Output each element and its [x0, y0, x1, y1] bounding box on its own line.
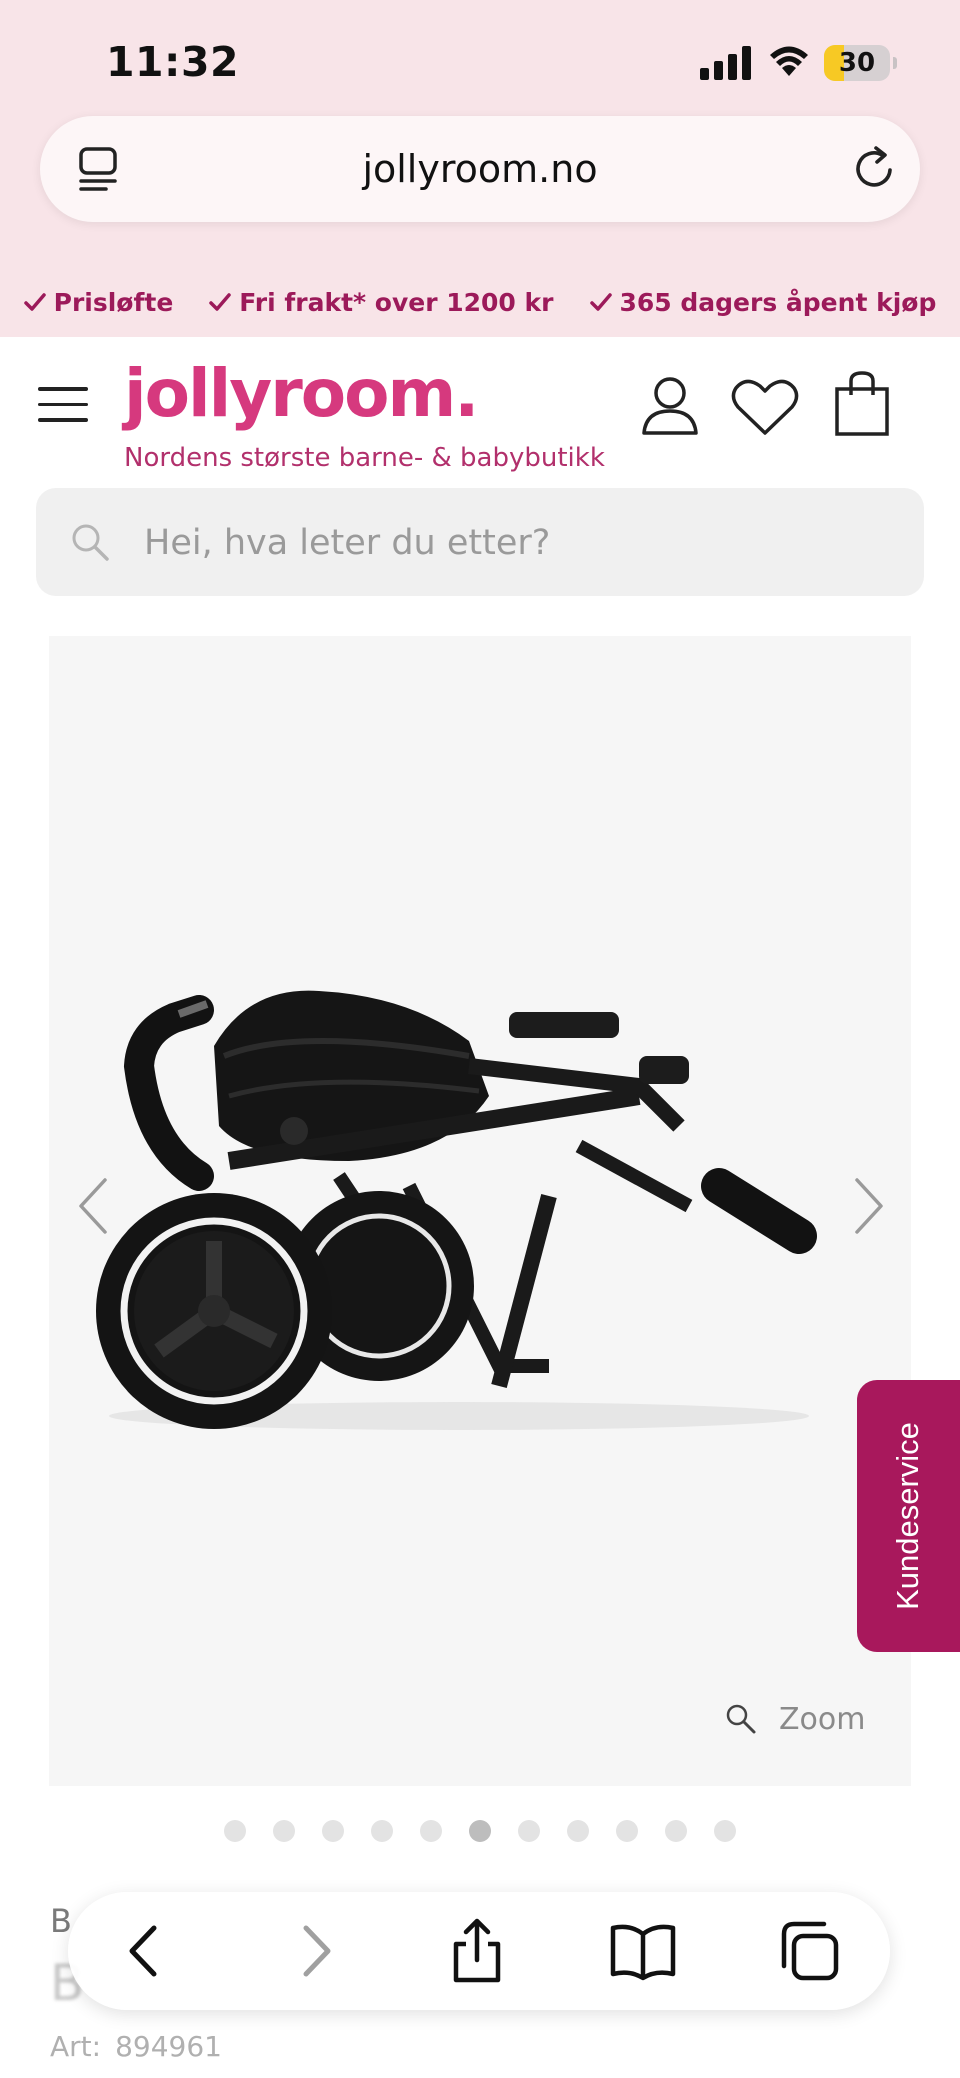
product-image-folded-stroller[interactable] [79, 946, 859, 1466]
usp-label: Prisløfte [53, 287, 174, 317]
url-text[interactable]: jollyroom.no [40, 116, 920, 222]
wifi-icon [770, 46, 808, 76]
tabs-button[interactable] [772, 1916, 842, 1986]
usp-label: 365 dagers åpent kjøp [619, 287, 937, 317]
battery-level: 30 [838, 48, 876, 78]
pagination-dot[interactable] [322, 1820, 344, 1842]
forward-arrow-icon [303, 1925, 331, 1977]
pagination-dot[interactable] [371, 1820, 393, 1842]
usp-item: Prisløfte [23, 287, 174, 317]
check-icon [209, 293, 232, 311]
previous-image-arrow-icon[interactable] [73, 1176, 113, 1236]
zoom-magnifier-icon [726, 1704, 756, 1734]
usp-item: Fri frakt* over 1200 kr [209, 287, 554, 317]
customer-service-label: Kundeservice [890, 1422, 925, 1610]
status-time: 11:32 [106, 38, 240, 86]
pagination-dot[interactable] [567, 1820, 589, 1842]
pagination-dot[interactable] [224, 1820, 246, 1842]
back-button[interactable] [110, 1916, 180, 1986]
site-tagline: Nordens største barne- & babybutikk [124, 443, 605, 473]
account-icon[interactable] [640, 375, 700, 437]
pagination-dot[interactable] [420, 1820, 442, 1842]
address-bar[interactable]: jollyroom.no [40, 116, 920, 222]
battery-cap [893, 57, 897, 69]
wishlist-heart-icon[interactable] [730, 377, 800, 437]
customer-service-tab[interactable]: Kundeservice [857, 1380, 960, 1652]
pagination-dot[interactable] [665, 1820, 687, 1842]
zoom-button[interactable]: Zoom [725, 1694, 865, 1744]
cellular-signal-icon [700, 46, 751, 80]
browser-chrome: 11:32 30 jollyroom.no Prisløfte Fri frak… [0, 0, 960, 337]
search-icon [72, 524, 109, 561]
reload-icon[interactable] [852, 144, 898, 192]
tabs-overview-icon [781, 1921, 839, 1981]
usp-label: Fri frakt* over 1200 kr [239, 287, 554, 317]
image-pagination-dots [0, 1820, 960, 1844]
search-box[interactable] [36, 488, 924, 598]
next-image-arrow-icon[interactable] [849, 1176, 889, 1236]
zoom-label: Zoom [779, 1701, 866, 1737]
pagination-dot[interactable] [518, 1820, 540, 1842]
pagination-dot[interactable] [616, 1820, 638, 1842]
battery-indicator: 30 [824, 45, 890, 81]
article-label: Art: [50, 2030, 102, 2063]
usp-item: 365 dagers åpent kjøp [589, 287, 937, 317]
pagination-dot[interactable] [714, 1820, 736, 1842]
site-header: jollyroom. Nordens største barne- & baby… [0, 337, 960, 477]
bookmarks-button[interactable] [608, 1916, 678, 1986]
article-number: 894961 [115, 2030, 222, 2063]
menu-icon[interactable] [38, 387, 88, 423]
forward-button[interactable] [280, 1916, 350, 1986]
bookmarks-book-icon [610, 1924, 676, 1981]
check-icon [23, 293, 46, 311]
share-button[interactable] [442, 1916, 512, 1986]
status-bar: 11:32 30 [0, 0, 960, 110]
browser-toolbar [68, 1892, 890, 2010]
usp-strip: Prisløfte Fri frakt* over 1200 kr 365 da… [0, 280, 960, 324]
back-arrow-icon [129, 1925, 157, 1977]
check-icon [589, 293, 612, 311]
pagination-dot-active[interactable] [469, 1820, 491, 1842]
product-image-gallery[interactable]: Zoom [49, 636, 911, 1786]
pagination-dot[interactable] [273, 1820, 295, 1842]
article-number-row: Art: 894961 [50, 2030, 222, 2063]
shopping-bag-icon[interactable] [834, 371, 890, 437]
search-input[interactable] [142, 488, 906, 598]
product-brand[interactable]: B [50, 1902, 72, 1940]
share-icon [453, 1918, 501, 1983]
site-logo[interactable]: jollyroom. [124, 355, 479, 432]
